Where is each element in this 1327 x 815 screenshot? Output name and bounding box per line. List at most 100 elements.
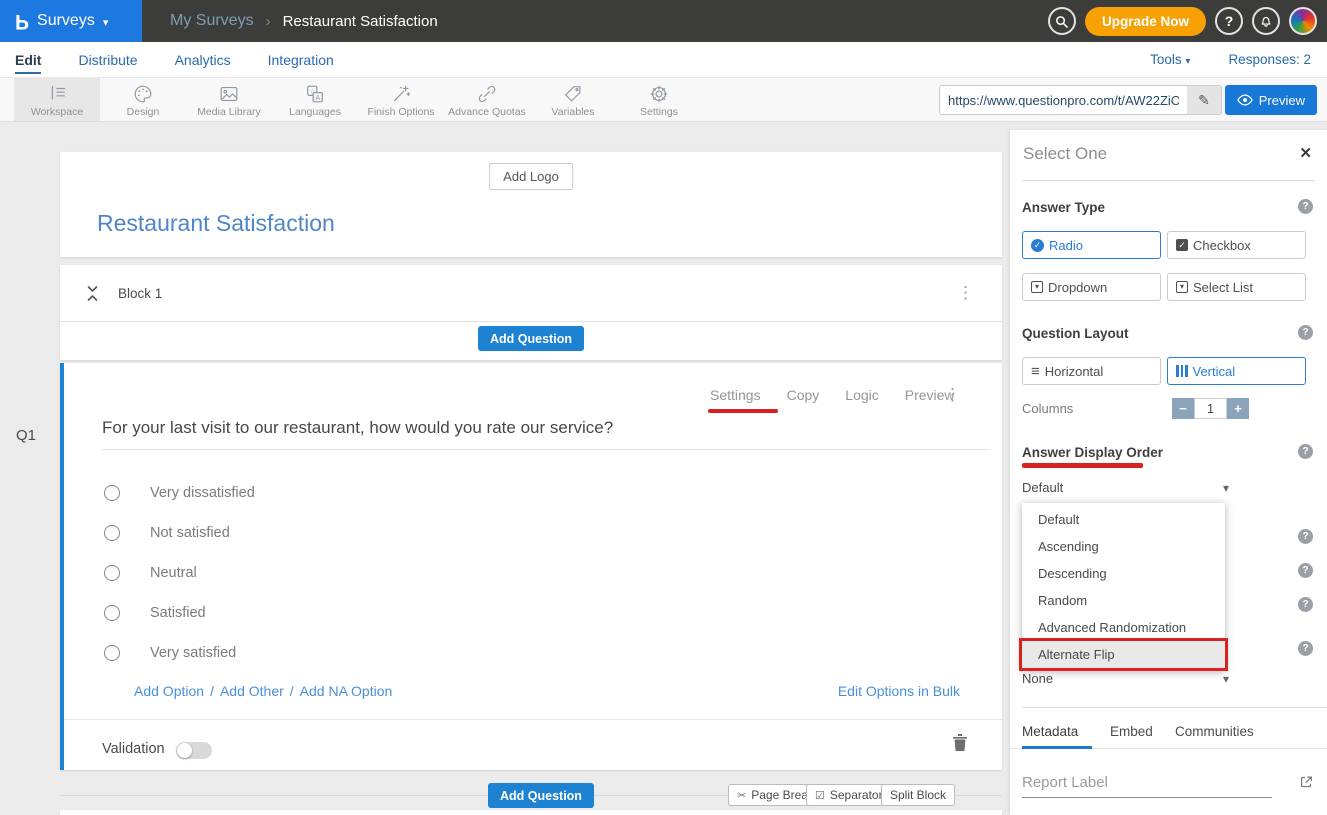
toolbar-item-media-library[interactable]: Media Library bbox=[186, 78, 272, 121]
survey-title[interactable]: Restaurant Satisfaction bbox=[97, 210, 335, 237]
menu-item-default[interactable]: Default bbox=[1022, 506, 1225, 533]
question-tab-logic[interactable]: Logic bbox=[845, 387, 878, 403]
horizontal-lines-icon: ≡ bbox=[1031, 364, 1040, 379]
columns-plus-button[interactable]: + bbox=[1227, 398, 1249, 419]
radio-icon[interactable] bbox=[104, 485, 120, 501]
survey-header-card: Add Logo Restaurant Satisfaction bbox=[60, 152, 1002, 257]
add-question-button-top[interactable]: Add Question bbox=[478, 326, 584, 351]
editor-toolbar: Workspace Design Media Library ☆A Langua… bbox=[0, 78, 1327, 122]
answer-type-select-list-button[interactable]: ▾ Select List bbox=[1167, 273, 1306, 301]
answer-display-order-help-icon[interactable]: ? bbox=[1298, 444, 1313, 459]
edit-url-pencil-icon[interactable]: ✎ bbox=[1187, 86, 1221, 114]
caret-down-icon: ▾ bbox=[1223, 481, 1229, 495]
menu-item-alternate-flip[interactable]: Alternate Flip bbox=[1022, 641, 1225, 668]
layout-vertical-button[interactable]: Vertical bbox=[1167, 357, 1306, 385]
edit-options-in-bulk-link[interactable]: Edit Options in Bulk bbox=[838, 683, 960, 699]
setting-help-icon[interactable]: ? bbox=[1298, 597, 1313, 612]
add-other-link[interactable]: Add Other bbox=[220, 683, 284, 699]
block-menu-dots-icon[interactable]: ⋮ bbox=[957, 284, 974, 301]
tab-integration[interactable]: Integration bbox=[268, 52, 334, 68]
responses-count[interactable]: Responses: 2 bbox=[1228, 52, 1311, 67]
gear-icon bbox=[648, 83, 670, 105]
question-menu-dots-icon[interactable]: ⋮ bbox=[944, 386, 961, 403]
menu-item-ascending[interactable]: Ascending bbox=[1022, 533, 1225, 560]
search-icon[interactable] bbox=[1048, 7, 1076, 35]
tools-menu[interactable]: Tools ▾ bbox=[1150, 52, 1190, 67]
user-avatar[interactable] bbox=[1289, 7, 1317, 35]
none-select[interactable]: None ▾ bbox=[1022, 671, 1229, 686]
question-tab-settings[interactable]: Settings bbox=[710, 387, 761, 403]
add-option-link[interactable]: Add Option bbox=[134, 683, 204, 699]
collapse-block-icon[interactable] bbox=[86, 285, 99, 307]
breadcrumb-my-surveys[interactable]: My Surveys bbox=[170, 12, 254, 30]
radio-icon[interactable] bbox=[104, 525, 120, 541]
radio-icon[interactable] bbox=[104, 605, 120, 621]
help-icon[interactable]: ? bbox=[1215, 7, 1243, 35]
panel-tab-embed[interactable]: Embed bbox=[1110, 724, 1153, 739]
radio-icon[interactable] bbox=[104, 645, 120, 661]
split-block-button[interactable]: Split Block bbox=[881, 784, 955, 806]
upgrade-now-button[interactable]: Upgrade Now bbox=[1085, 7, 1206, 36]
next-block-card-edge bbox=[60, 810, 1002, 815]
expand-external-icon[interactable] bbox=[1298, 774, 1314, 795]
tab-edit[interactable]: Edit bbox=[15, 52, 41, 74]
toolbar-label: Finish Options bbox=[367, 106, 434, 118]
add-logo-button[interactable]: Add Logo bbox=[489, 163, 573, 190]
setting-help-icon[interactable]: ? bbox=[1298, 641, 1313, 656]
answer-option-row[interactable]: Neutral bbox=[104, 565, 197, 581]
toolbar-item-finish-options[interactable]: Finish Options bbox=[358, 78, 444, 121]
tab-analytics[interactable]: Analytics bbox=[175, 52, 231, 68]
question-layout-help-icon[interactable]: ? bbox=[1298, 325, 1313, 340]
answer-type-checkbox-button[interactable]: ✓ Checkbox bbox=[1167, 231, 1306, 259]
toolbar-label: Settings bbox=[640, 106, 678, 118]
delete-question-trash-icon[interactable] bbox=[952, 733, 968, 757]
columns-value[interactable]: 1 bbox=[1194, 398, 1227, 419]
answer-type-help-icon[interactable]: ? bbox=[1298, 199, 1313, 214]
radio-icon[interactable] bbox=[104, 565, 120, 581]
toolbar-item-languages[interactable]: ☆A Languages bbox=[272, 78, 358, 121]
survey-url-input[interactable] bbox=[940, 86, 1187, 114]
toolbar-item-design[interactable]: Design bbox=[100, 78, 186, 121]
question-text[interactable]: For your last visit to our restaurant, h… bbox=[102, 418, 982, 438]
answer-display-order-label: Answer Display Order bbox=[1022, 445, 1163, 460]
answer-type-option-label: Radio bbox=[1049, 238, 1083, 253]
add-question-button-bottom[interactable]: Add Question bbox=[488, 783, 594, 808]
layout-horizontal-button[interactable]: ≡ Horizontal bbox=[1022, 357, 1161, 385]
answer-option-row[interactable]: Very dissatisfied bbox=[104, 485, 255, 501]
columns-minus-button[interactable]: − bbox=[1172, 398, 1194, 419]
preview-button[interactable]: Preview bbox=[1225, 85, 1317, 115]
dropdown-square-icon: ▾ bbox=[1031, 281, 1043, 293]
answer-type-radio-button[interactable]: ✓ Radio bbox=[1022, 231, 1161, 259]
answer-option-row[interactable]: Satisfied bbox=[104, 605, 206, 621]
columns-label: Columns bbox=[1022, 401, 1073, 416]
layout-option-label: Horizontal bbox=[1045, 364, 1104, 379]
panel-tab-metadata[interactable]: Metadata bbox=[1022, 724, 1078, 739]
answer-option-label: Very dissatisfied bbox=[150, 485, 255, 501]
validation-toggle[interactable] bbox=[176, 742, 212, 759]
notifications-bell-icon[interactable] bbox=[1252, 7, 1280, 35]
menu-item-descending[interactable]: Descending bbox=[1022, 560, 1225, 587]
answer-option-row[interactable]: Not satisfied bbox=[104, 525, 230, 541]
menu-item-advanced-randomization[interactable]: Advanced Randomization bbox=[1022, 614, 1225, 641]
toolbar-item-advance-quotas[interactable]: Advance Quotas bbox=[444, 78, 530, 121]
report-label-input[interactable] bbox=[1022, 772, 1272, 798]
tab-distribute[interactable]: Distribute bbox=[78, 52, 137, 68]
setting-help-icon[interactable]: ? bbox=[1298, 529, 1313, 544]
chevron-right-icon: › bbox=[266, 13, 271, 30]
menu-item-random[interactable]: Random bbox=[1022, 587, 1225, 614]
setting-help-icon[interactable]: ? bbox=[1298, 563, 1313, 578]
close-icon[interactable]: ✕ bbox=[1299, 144, 1312, 162]
app-logo[interactable]: P Surveys ▾ bbox=[0, 0, 142, 42]
answer-option-row[interactable]: Very satisfied bbox=[104, 645, 236, 661]
toolbar-item-workspace[interactable]: Workspace bbox=[14, 78, 100, 121]
toolbar-item-variables[interactable]: Variables bbox=[530, 78, 616, 121]
add-option-links: Add Option / Add Other / Add NA Option bbox=[134, 683, 392, 699]
separator-button[interactable]: ☑ Separator bbox=[806, 784, 892, 806]
answer-type-dropdown-button[interactable]: ▾ Dropdown bbox=[1022, 273, 1161, 301]
toolbar-item-settings[interactable]: Settings bbox=[616, 78, 702, 121]
question-tab-copy[interactable]: Copy bbox=[787, 387, 820, 403]
panel-tab-communities[interactable]: Communities bbox=[1175, 724, 1254, 739]
block-title[interactable]: Block 1 bbox=[118, 286, 162, 301]
display-order-select[interactable]: Default ▾ bbox=[1022, 480, 1229, 495]
add-na-option-link[interactable]: Add NA Option bbox=[300, 683, 393, 699]
